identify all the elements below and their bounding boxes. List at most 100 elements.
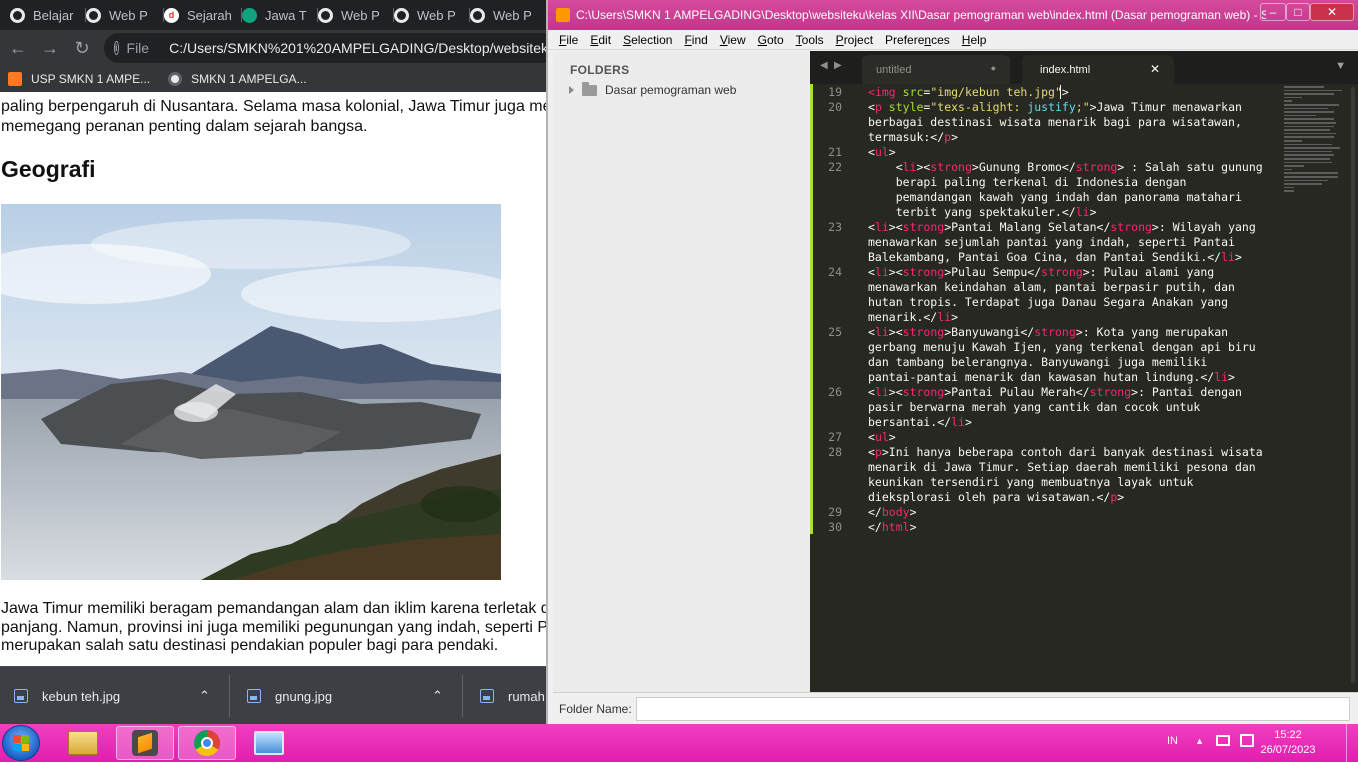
download-item[interactable]: gnung.jpg bbox=[247, 667, 332, 724]
minimap-line bbox=[1284, 150, 1332, 153]
code-token: >: Wilayah yang bbox=[1151, 220, 1256, 234]
minimap-line bbox=[1284, 125, 1334, 128]
code-token: strong bbox=[902, 325, 945, 339]
code-token: > bbox=[1228, 370, 1235, 384]
minimap-line bbox=[1284, 147, 1340, 149]
network-icon[interactable] bbox=[1216, 735, 1230, 746]
minimap-line bbox=[1284, 154, 1334, 156]
download-filename: gnung.jpg bbox=[275, 688, 333, 704]
minimap[interactable] bbox=[1284, 84, 1346, 214]
menu-project[interactable]: Project bbox=[836, 33, 873, 47]
action-center-icon[interactable] bbox=[1240, 734, 1254, 747]
disclosure-triangle-icon[interactable] bbox=[569, 86, 574, 94]
window-titlebar[interactable]: C:\Users\SMKN 1 AMPELGADING\Desktop\webs… bbox=[548, 0, 1358, 30]
back-icon[interactable]: ← bbox=[2, 32, 34, 64]
code-token: menawarkan sejumlah pantai yang indah, s… bbox=[868, 235, 1235, 249]
download-filename: rumah bbox=[508, 688, 545, 704]
code-line: pasir berwarna merah yang cantik dan coc… bbox=[868, 400, 1200, 415]
clock[interactable]: 15:22 26/07/2023 bbox=[1256, 728, 1320, 758]
code-token: > bbox=[1089, 205, 1097, 219]
close-button[interactable]: ✕ bbox=[1310, 3, 1354, 21]
browser-tab[interactable]: Web P bbox=[318, 0, 394, 30]
browser-tab[interactable]: Belajar bbox=[10, 0, 86, 30]
sublime-taskbar-button[interactable] bbox=[116, 726, 174, 760]
code-token: > bbox=[951, 130, 959, 144]
code-line: menawarkan keindahan alam, pantai berpas… bbox=[868, 280, 1235, 295]
browser-tab[interactable]: Web P bbox=[86, 0, 164, 30]
chevron-up-icon[interactable]: ⌃ bbox=[432, 667, 443, 724]
menu-goto[interactable]: Goto bbox=[758, 33, 784, 47]
tab-prev-icon[interactable]: ◀ bbox=[820, 60, 828, 71]
menu-find[interactable]: Find bbox=[684, 33, 707, 47]
code-token: li bbox=[951, 415, 965, 429]
paragraph-line: memegang peranan penting dalam sejarah b… bbox=[1, 118, 368, 135]
address-bar[interactable]: i File C:/Users/SMKN%201%20AMPELGADING/D… bbox=[104, 33, 548, 63]
code-token: > bbox=[888, 430, 896, 444]
explorer-taskbar-button[interactable] bbox=[54, 726, 112, 760]
minimize-button[interactable]: – bbox=[1260, 3, 1286, 21]
bookmark-usp[interactable]: USP SMKN 1 AMPE... bbox=[8, 72, 150, 86]
browser-tab[interactable]: d Sejarah bbox=[164, 0, 242, 30]
dirty-dot-icon[interactable]: ● bbox=[991, 63, 996, 73]
download-item[interactable]: rumah bbox=[480, 667, 545, 724]
vertical-scrollbar[interactable] bbox=[1351, 87, 1355, 683]
forward-icon[interactable]: → bbox=[34, 32, 66, 64]
close-tab-icon[interactable]: ✕ bbox=[1150, 62, 1160, 76]
chrome-icon bbox=[394, 7, 409, 23]
code-token: p bbox=[874, 445, 882, 459]
code-editor[interactable]: ◀ ▶ untitled ● index.html ✕ ▼ 19 20 21 22 23… bbox=[810, 51, 1358, 692]
downloads-bar: kebun teh.jpg ⌃ gnung.jpg ⌃ rumah bbox=[0, 666, 548, 724]
browser-tab-label: Web P bbox=[493, 7, 532, 23]
start-button[interactable] bbox=[2, 725, 40, 761]
show-desktop-button[interactable] bbox=[1346, 724, 1358, 762]
folder-name-input[interactable] bbox=[635, 696, 1350, 721]
browser-tab[interactable]: Jawa T bbox=[242, 0, 318, 30]
menu-file[interactable]: File bbox=[559, 33, 578, 47]
tab-untitled[interactable]: untitled ● bbox=[862, 55, 1010, 84]
menu-selection[interactable]: Selection bbox=[623, 33, 672, 47]
code-token: > bbox=[951, 310, 959, 324]
xampp-icon bbox=[8, 72, 22, 86]
folder-item[interactable]: Dasar pemograman web bbox=[569, 81, 736, 97]
menu-help[interactable]: Help bbox=[962, 33, 987, 47]
chevron-up-icon[interactable]: ⌃ bbox=[199, 667, 210, 724]
photos-taskbar-button[interactable] bbox=[240, 726, 298, 760]
line-number: 29 bbox=[828, 505, 842, 519]
code-token: strong bbox=[930, 160, 972, 174]
code-token: >Pantai Malang Selatan</ bbox=[944, 220, 1111, 234]
download-filename: kebun teh.jpg bbox=[42, 688, 121, 704]
menu-preferences[interactable]: Preferences bbox=[885, 33, 950, 47]
tab-next-icon[interactable]: ▶ bbox=[834, 60, 842, 71]
menu-view[interactable]: View bbox=[720, 33, 746, 47]
browser-tab[interactable]: Web P bbox=[394, 0, 470, 30]
language-indicator[interactable]: IN bbox=[1167, 735, 1178, 747]
windows-logo-icon bbox=[13, 735, 29, 751]
download-item[interactable]: kebun teh.jpg bbox=[14, 667, 120, 724]
browser-tab[interactable]: Web P bbox=[470, 0, 548, 30]
minimap-line bbox=[1284, 183, 1322, 185]
code-token: > bbox=[1061, 85, 1069, 99]
folder-icon bbox=[582, 81, 597, 96]
show-hidden-icons-icon[interactable]: ▲ bbox=[1195, 736, 1204, 746]
reload-icon[interactable]: ↻ bbox=[66, 32, 98, 64]
code-token: p bbox=[874, 100, 882, 114]
menu-tools[interactable]: Tools bbox=[796, 33, 824, 47]
code-token: >Banyuwangi</ bbox=[944, 325, 1035, 339]
tab-index-html[interactable]: index.html ✕ bbox=[1022, 55, 1174, 84]
menu-edit[interactable]: Edit bbox=[590, 33, 611, 47]
minimap-line bbox=[1284, 136, 1334, 138]
code-line: Balekambang, Pantai Goa Cina, dan Pantai… bbox=[868, 250, 1242, 265]
code-token: dan tambang belerangnya. Banyuwangi juga… bbox=[868, 355, 1208, 369]
info-icon[interactable]: i bbox=[114, 41, 119, 55]
line-number: 20 bbox=[828, 100, 842, 114]
minimap-line bbox=[1284, 104, 1339, 106]
bookmark-smkn[interactable]: SMKN 1 AMPELGA... bbox=[168, 72, 307, 86]
maximize-button[interactable]: □ bbox=[1286, 3, 1310, 21]
chrome-icon bbox=[86, 7, 101, 23]
code-token: src bbox=[895, 85, 924, 99]
code-area[interactable]: <img src="img/kebun teh.jpg"> <p style="t… bbox=[868, 84, 1288, 692]
code-token: > bbox=[1117, 490, 1125, 504]
tab-dropdown-icon[interactable]: ▼ bbox=[1335, 60, 1346, 72]
chrome-taskbar-button[interactable] bbox=[178, 726, 236, 760]
folder-icon bbox=[68, 731, 98, 755]
